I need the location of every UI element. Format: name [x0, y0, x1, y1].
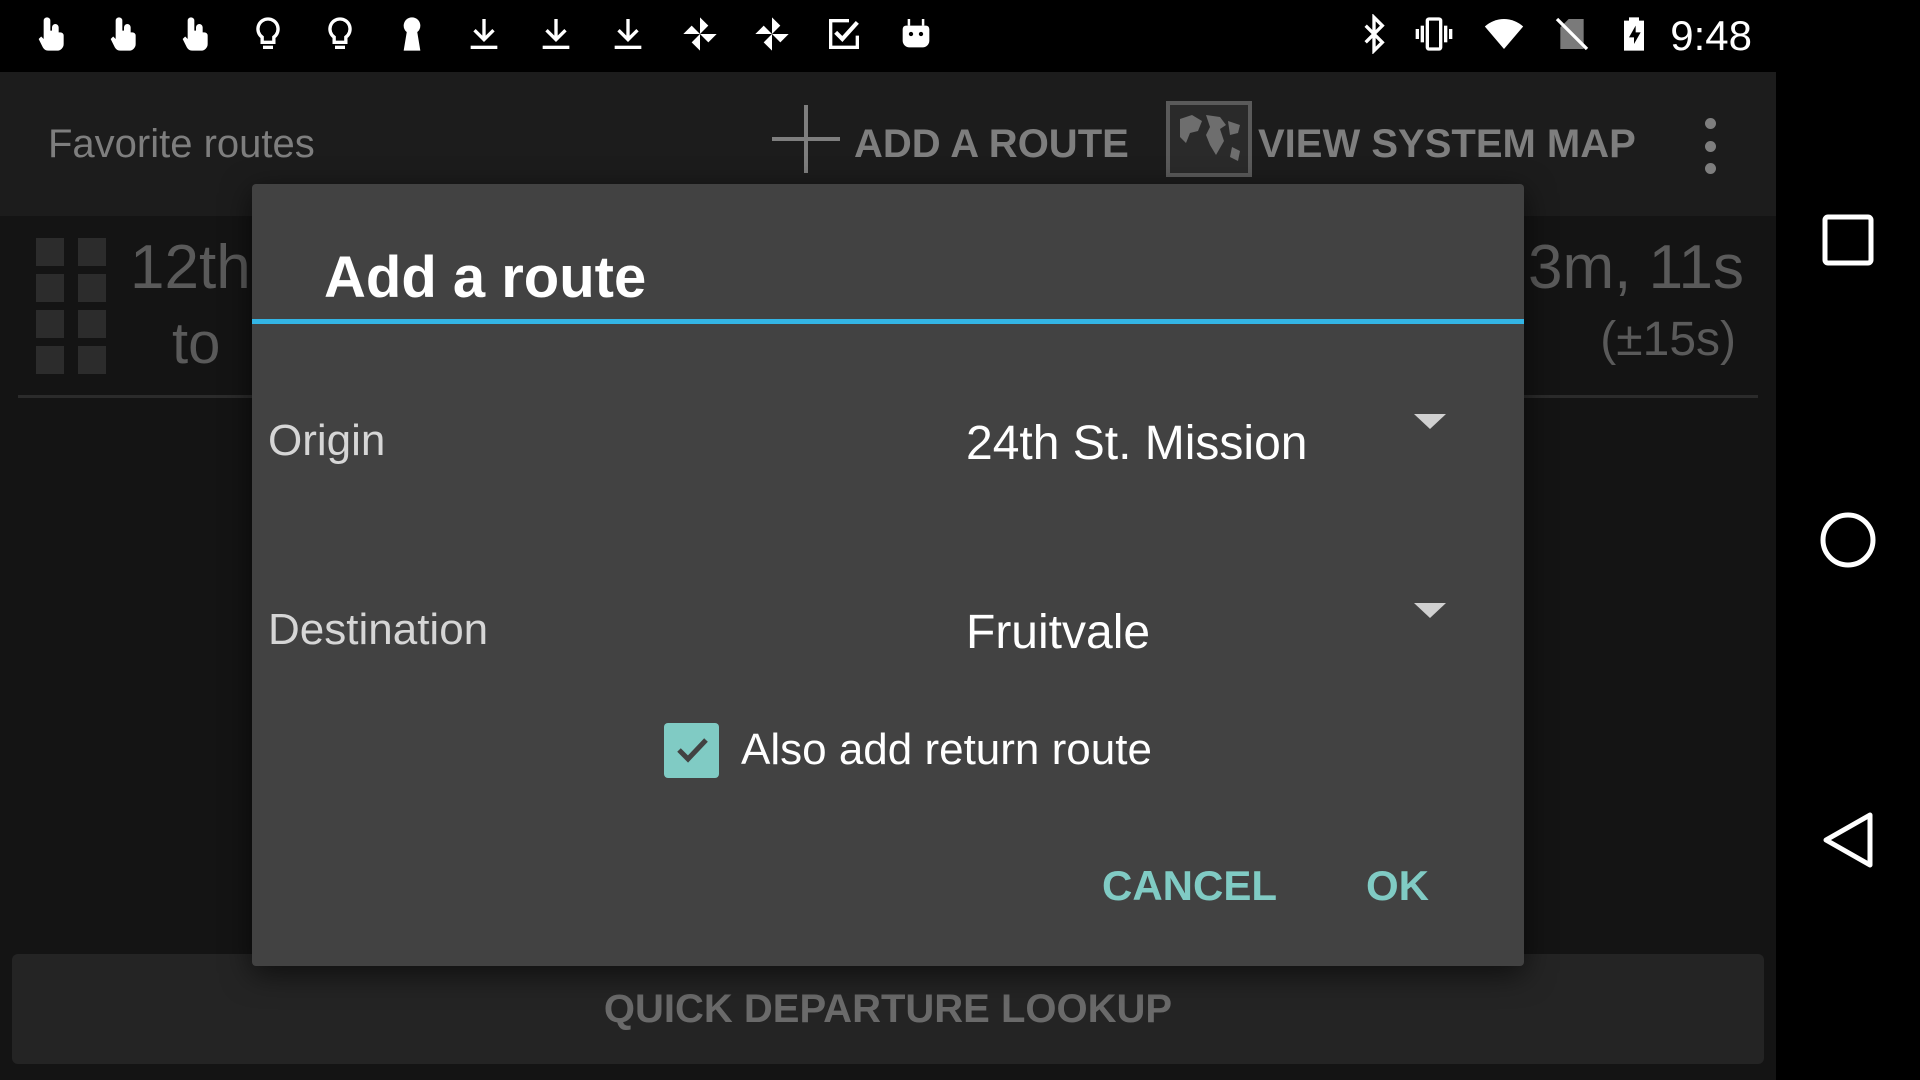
lightbulb-icon: [246, 12, 290, 56]
add-route-label: ADD A ROUTE: [854, 121, 1129, 166]
status-clock: 9:48: [1670, 12, 1752, 59]
checkmark-icon: [676, 738, 708, 763]
destination-spinner[interactable]: Fruitvale: [942, 589, 1476, 679]
download-icon: [462, 12, 506, 56]
touch-icon: [102, 12, 146, 56]
no-sim-icon: [1550, 12, 1594, 56]
destination-label: Destination: [268, 605, 489, 654]
home-button[interactable]: [1816, 508, 1880, 572]
route-origin: 12th: [130, 233, 251, 302]
destination-value: Fruitvale: [966, 606, 1151, 659]
add-route-dialog: Add a route Origin 24th St. Mission Dest…: [252, 184, 1524, 966]
touch-icon: [174, 12, 218, 56]
quick-departure-lookup-button[interactable]: QUICK DEPARTURE LOOKUP: [12, 954, 1764, 1064]
add-route-action[interactable]: ADD A ROUTE: [770, 105, 1129, 180]
plus-icon: [770, 103, 842, 185]
page-title: Favorite routes: [48, 122, 315, 166]
origin-value: 24th St. Mission: [966, 417, 1308, 470]
android-icon: [894, 12, 938, 56]
drag-handle-icon[interactable]: [36, 238, 108, 380]
ok-button[interactable]: OK: [1366, 854, 1429, 918]
dropdown-arrow-icon: [1414, 414, 1446, 429]
route-to-label: to: [172, 311, 221, 376]
view-system-map-action[interactable]: VIEW SYSTEM MAP: [1166, 101, 1636, 182]
battery-charging-icon: [1612, 12, 1656, 56]
keyhole-icon: [390, 12, 434, 56]
return-route-checkbox[interactable]: [664, 722, 719, 778]
bluetooth-icon: [1352, 12, 1396, 56]
origin-label: Origin: [268, 416, 386, 465]
download-icon: [534, 12, 578, 56]
origin-spinner[interactable]: 24th St. Mission: [942, 400, 1476, 490]
back-button[interactable]: [1816, 808, 1880, 872]
status-bar: 9:48: [0, 0, 1776, 72]
dropdown-arrow-icon: [1414, 603, 1446, 618]
pinwheel-icon: [678, 12, 722, 56]
lightbulb-icon: [318, 12, 362, 56]
view-system-map-label: VIEW SYSTEM MAP: [1258, 121, 1636, 166]
triangle-back-icon: [1823, 812, 1873, 868]
cancel-button[interactable]: CANCEL: [1102, 854, 1277, 918]
circle-icon: [1820, 512, 1876, 568]
route-departure-time: 3m, 11s: [1528, 233, 1744, 302]
world-map-icon: [1166, 101, 1252, 187]
wifi-icon: [1482, 12, 1526, 56]
dialog-title: Add a route: [324, 245, 647, 310]
checkbox-icon: [822, 12, 866, 56]
recents-button[interactable]: [1816, 208, 1880, 272]
touch-icon: [30, 12, 74, 56]
vibrate-icon: [1412, 12, 1456, 56]
pinwheel-icon: [750, 12, 794, 56]
return-route-option[interactable]: Also add return route: [664, 722, 1152, 778]
download-icon: [606, 12, 650, 56]
navigation-bar: [1776, 0, 1920, 1080]
dialog-title-divider: [252, 319, 1524, 324]
return-route-label: Also add return route: [741, 725, 1152, 774]
route-time-uncertainty: (±15s): [1600, 313, 1736, 366]
square-icon: [1822, 214, 1874, 266]
overflow-menu-icon[interactable]: [1690, 118, 1730, 174]
